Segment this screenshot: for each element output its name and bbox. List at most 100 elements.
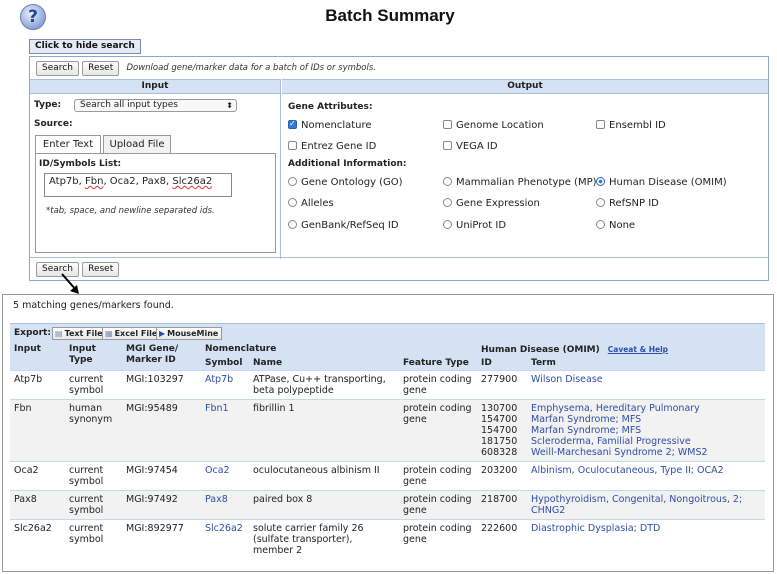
radio-genbank-refseq[interactable]: GenBank/RefSeq ID: [288, 220, 399, 232]
cell-input-type: current symbol: [65, 490, 122, 520]
checkbox-icon: [443, 120, 452, 129]
ids-textarea[interactable]: Atp7b, Fbn, Oca2, Pax8, Slc26a2: [44, 173, 232, 197]
cell-name: ATPase, Cu++ transporting, beta polypept…: [249, 370, 399, 400]
omim-id: 203200: [481, 465, 518, 476]
export-label: Export:: [14, 328, 51, 338]
omim-id: 218700: [481, 494, 518, 505]
cell-symbol-link[interactable]: Pax8: [201, 490, 249, 520]
table-row: Fbn human synonym MGI:95489 Fbn1 fibrillin 1…: [10, 399, 765, 462]
disease-term-link[interactable]: Albinism, Oculocutaneous, Type II; OCA2: [531, 465, 761, 476]
type-select[interactable]: Search all input types ⬍: [74, 99, 237, 112]
chevron-updown-icon: ⬍: [226, 101, 233, 110]
results-table: Input Input Type MGI Gene/Marker ID Nomen…: [10, 343, 765, 559]
cell-feature-type: protein coding gene: [399, 399, 477, 462]
ids-text-part: , Oca2, Pax8,: [103, 176, 173, 187]
disease-term-link[interactable]: Scleroderma, Familial Progressive: [531, 436, 761, 447]
radio-label: None: [609, 220, 636, 231]
cell-symbol-link[interactable]: Oca2: [201, 461, 249, 491]
export-bar: Export: ▤ Text File ▦ Excel File ▶ MouseMin…: [10, 323, 765, 343]
reset-button-top[interactable]: Reset: [82, 61, 120, 76]
cell-feature-type: protein coding gene: [399, 519, 477, 559]
radio-gene-expression[interactable]: Gene Expression: [443, 198, 540, 210]
omim-id: 181750: [481, 436, 518, 447]
cell-feature-type: protein coding gene: [399, 461, 477, 491]
cell-symbol-link[interactable]: Fbn1: [201, 399, 249, 462]
radio-label: GenBank/RefSeq ID: [301, 220, 399, 231]
cell-omim-ids: 203200: [477, 461, 527, 491]
checkbox-nomenclature[interactable]: Nomenclature: [288, 118, 372, 132]
cell-omim-ids: 222600: [477, 519, 527, 559]
radio-human-disease[interactable]: Human Disease (OMIM): [596, 177, 727, 189]
export-button-label: MouseMine: [167, 329, 219, 338]
radio-icon: [288, 198, 297, 207]
radio-gene-ontology[interactable]: Gene Ontology (GO): [288, 177, 403, 189]
gene-attributes-label: Gene Attributes:: [288, 102, 373, 112]
export-mousemine-button[interactable]: ▶ MouseMine: [156, 327, 223, 340]
text-file-icon: ▤: [55, 329, 63, 338]
disease-term-link[interactable]: Marfan Syndrome; MFS: [531, 414, 761, 425]
checkbox-vega-id[interactable]: VEGA ID: [443, 141, 498, 153]
disease-term-link[interactable]: Wilson Disease: [531, 374, 761, 385]
export-text-file-button[interactable]: ▤ Text File: [52, 327, 107, 340]
cell-input-type: human synonym: [65, 399, 122, 462]
tab-enter-text[interactable]: Enter Text: [35, 135, 101, 153]
radio-refsnp-id[interactable]: RefSNP ID: [596, 198, 659, 210]
radio-icon: [596, 198, 605, 207]
radio-alleles[interactable]: Alleles: [288, 198, 334, 210]
cell-omim-ids: 130700 154700 154700 181750 608328: [477, 399, 527, 462]
checkbox-icon: [596, 120, 605, 129]
disease-term-link[interactable]: Hypothyroidism, Congenital, Nongoitrous,…: [531, 494, 761, 516]
reset-button-bottom[interactable]: Reset: [82, 262, 120, 277]
col-omim-id: ID: [477, 357, 527, 371]
radio-icon: [443, 220, 452, 229]
radio-icon: [443, 177, 452, 186]
radio-none[interactable]: None: [596, 220, 635, 232]
radio-icon: [596, 220, 605, 229]
disease-term-link[interactable]: Weill-Marchesani Syndrome 2; WMS2: [531, 447, 761, 458]
table-row: Atp7b current symbol MGI:103297 Atp7b ATPase…: [10, 370, 765, 400]
omim-id: 608328: [481, 447, 518, 458]
radio-label: RefSNP ID: [609, 198, 659, 209]
omim-id: 154700: [481, 414, 518, 425]
caveat-help-link[interactable]: Caveat & Help: [608, 345, 668, 354]
radio-icon: [288, 220, 297, 229]
export-excel-file-button[interactable]: ▦ Excel File: [102, 327, 162, 340]
table-row: Pax8 current symbol MGI:97492 Pax8 paired bo…: [10, 490, 765, 520]
cell-terms: Albinism, Oculocutaneous, Type II; OCA2: [527, 461, 765, 491]
radio-mammalian-phenotype[interactable]: Mammalian Phenotype (MP): [443, 177, 597, 189]
excel-file-icon: ▦: [105, 329, 113, 338]
disease-term-link[interactable]: Diastrophic Dysplasia; DTD: [531, 523, 761, 534]
col-name: Name: [249, 357, 399, 371]
radio-label: Gene Expression: [456, 198, 540, 209]
col-human-disease: Human Disease (OMIM) Caveat & Help: [477, 343, 765, 357]
top-button-row: Search Reset Download gene/marker data f…: [36, 61, 376, 76]
cell-omim-ids: 218700: [477, 490, 527, 520]
cell-terms: Emphysema, Hereditary Pulmonary Marfan Sy…: [527, 399, 765, 462]
disease-term-link[interactable]: Emphysema, Hereditary Pulmonary: [531, 403, 761, 414]
omim-id: 130700: [481, 403, 518, 414]
col-term: Term: [527, 357, 765, 371]
checkbox-label: Entrez Gene ID: [301, 141, 377, 152]
cell-symbol-link[interactable]: Slc26a2: [201, 519, 249, 559]
checkbox-genome-location[interactable]: Genome Location: [443, 120, 544, 132]
cell-feature-type: protein coding gene: [399, 370, 477, 400]
col-feature-type: Feature Type: [399, 357, 477, 371]
tab-upload-file[interactable]: Upload File: [103, 135, 171, 153]
cell-input: Fbn: [10, 399, 65, 462]
form-divider: [30, 257, 768, 258]
radio-uniprot-id[interactable]: UniProt ID: [443, 220, 506, 232]
checkbox-entrez-gene-id[interactable]: Entrez Gene ID: [288, 141, 376, 153]
search-button-top[interactable]: Search: [36, 61, 79, 76]
export-button-label: Text File: [64, 329, 103, 338]
cell-symbol-link[interactable]: Atp7b: [201, 370, 249, 400]
disease-term-link[interactable]: Marfan Syndrome; MFS: [531, 425, 761, 436]
ids-list-label: ID/Symbols List:: [39, 159, 122, 169]
table-row: Oca2 current symbol MGI:97454 Oca2 oculocuta…: [10, 461, 765, 491]
export-button-label: Excel File: [114, 329, 158, 338]
checkbox-ensembl-id[interactable]: Ensembl ID: [596, 120, 666, 132]
results-count: 5 matching genes/markers found.: [13, 300, 174, 311]
hide-search-button[interactable]: Click to hide search: [29, 39, 141, 54]
cell-input-type: current symbol: [65, 370, 122, 400]
ids-text-part: Atp7b,: [49, 176, 86, 187]
play-icon: ▶: [159, 329, 166, 338]
